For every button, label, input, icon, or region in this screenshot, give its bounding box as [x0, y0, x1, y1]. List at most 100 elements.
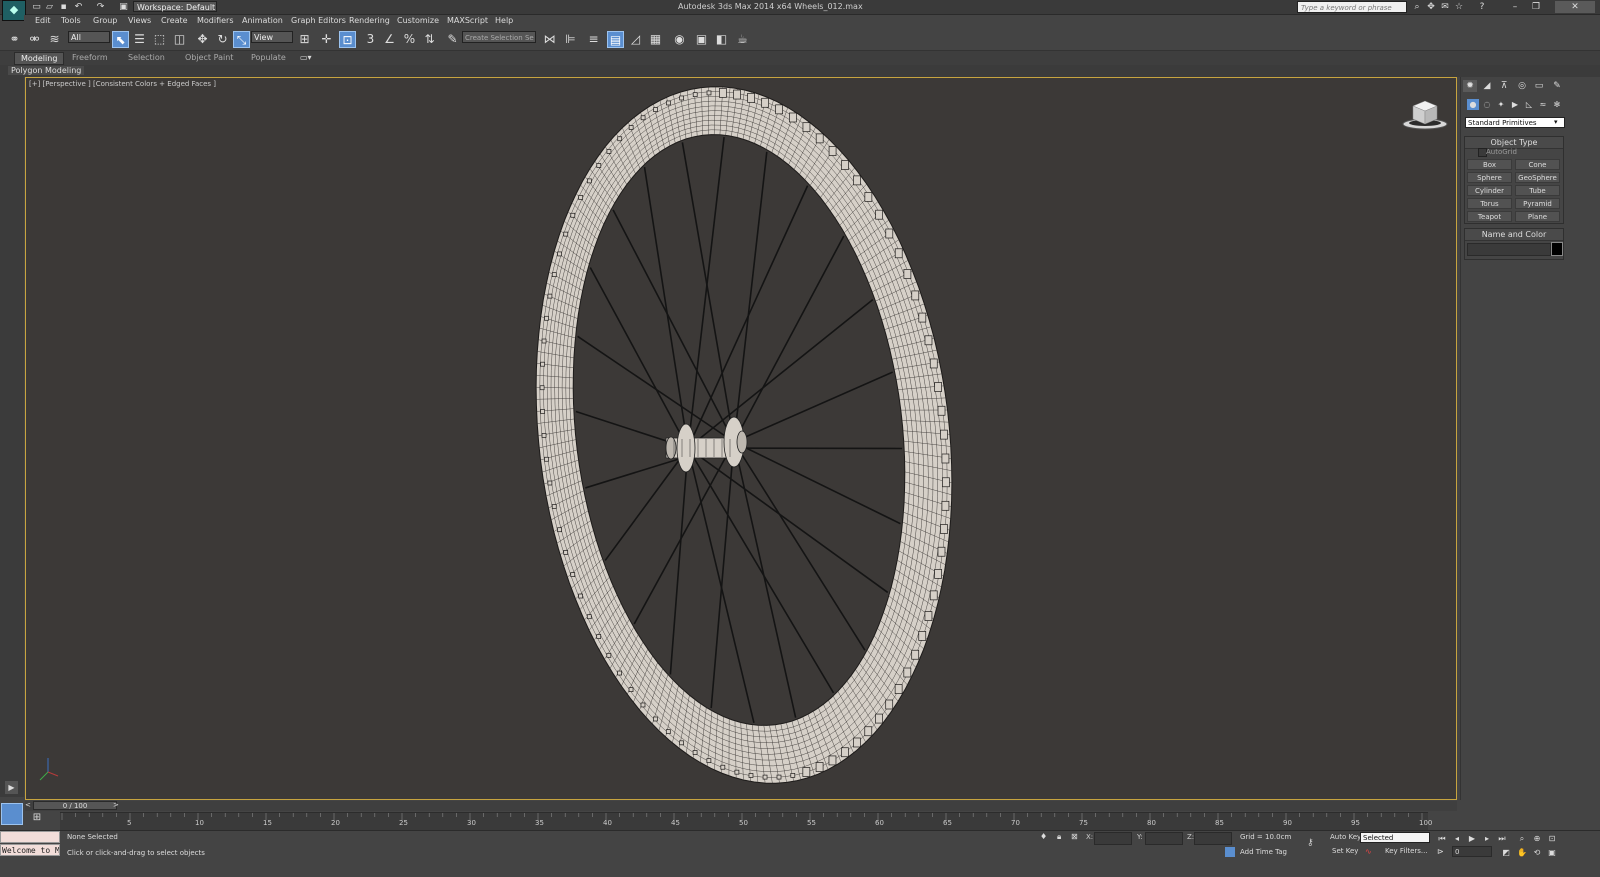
time-tag-icon[interactable] [1225, 847, 1235, 857]
key-mode-dropdown[interactable]: Selected [1360, 832, 1430, 843]
absolute-mode-icon[interactable]: ⊠ [1071, 832, 1078, 841]
spinner-snap-icon[interactable]: ⇅ [421, 31, 438, 48]
maximize-viewport-icon[interactable]: ▣ [1546, 847, 1558, 858]
search-icon[interactable]: ⌕ [1411, 1, 1423, 13]
bind-space-warp-icon[interactable]: ≋ [46, 31, 63, 48]
teapot-button[interactable]: Teapot [1467, 211, 1512, 222]
scale-icon[interactable]: ⤡ [233, 31, 250, 48]
align-icon[interactable]: ⊫ [562, 31, 579, 48]
angle-snap-icon[interactable]: ∠ [381, 31, 398, 48]
object-color-swatch[interactable] [1551, 242, 1563, 256]
menu-modifiers[interactable]: Modifiers [197, 16, 234, 25]
expand-arrow-icon[interactable]: ▶ [5, 781, 18, 794]
torus-button[interactable]: Torus [1467, 198, 1512, 209]
set-key-button[interactable]: Set Key [1332, 847, 1358, 855]
maxscript-listener-top[interactable] [0, 831, 60, 843]
box-button[interactable]: Box [1467, 159, 1512, 170]
percent-snap-icon[interactable]: % [401, 31, 418, 48]
viewport-label-menu[interactable]: [+] [Perspective ] [Consistent Colors + … [29, 80, 216, 88]
next-frame-arrow-icon[interactable]: > [113, 801, 119, 809]
select-by-name-icon[interactable]: ☰ [131, 31, 148, 48]
primitive-category-dropdown[interactable]: Standard Primitives [1465, 117, 1565, 128]
viewcube-icon[interactable] [1400, 96, 1450, 134]
object-name-input[interactable] [1467, 243, 1551, 256]
unlink-icon[interactable]: ⚮ [26, 31, 43, 48]
menu-rendering[interactable]: Rendering [349, 16, 390, 25]
prev-frame-arrow-icon[interactable]: < [25, 801, 31, 809]
pyramid-button[interactable]: Pyramid [1515, 198, 1560, 209]
lights-icon[interactable]: ✦ [1495, 99, 1507, 110]
select-manipulate-icon[interactable]: ✛ [318, 31, 335, 48]
redo-icon[interactable]: ↷ [95, 2, 106, 12]
plane-button[interactable]: Plane [1515, 211, 1560, 222]
close-icon[interactable]: ✕ [1555, 1, 1595, 13]
reference-coordinate-dropdown[interactable]: View [251, 31, 293, 43]
menu-help[interactable]: Help [495, 16, 513, 25]
name-and-color-title[interactable]: Name and Color [1465, 229, 1563, 241]
pan-icon[interactable]: ✋ [1516, 847, 1528, 858]
tab-populate[interactable]: Populate [251, 53, 286, 62]
mirror-icon[interactable]: ⋈ [541, 31, 558, 48]
window-crossing-icon[interactable]: ◫ [171, 31, 188, 48]
create-tab-icon[interactable]: ✹ [1463, 80, 1477, 92]
menu-customize[interactable]: Customize [397, 16, 439, 25]
geometry-icon[interactable]: ● [1467, 99, 1479, 110]
geosphere-button[interactable]: GeoSphere [1515, 172, 1560, 183]
tab-selection[interactable]: Selection [128, 53, 165, 62]
add-time-tag-button[interactable]: Add Time Tag [1240, 848, 1287, 856]
next-frame-icon[interactable]: ▸ [1481, 833, 1493, 844]
render-setup-icon[interactable]: ▣ [693, 31, 710, 48]
curve-editor-icon[interactable]: ◿ [627, 31, 644, 48]
sphere-button[interactable]: Sphere [1467, 172, 1512, 183]
maxscript-listener[interactable]: Welcome to M [0, 844, 60, 856]
motion-tab-icon[interactable]: ◎ [1515, 80, 1529, 92]
tube-button[interactable]: Tube [1515, 185, 1560, 196]
binoculars-icon[interactable]: ✥ [1425, 1, 1437, 13]
help-icon[interactable]: ? [1476, 1, 1488, 13]
field-of-view-icon[interactable]: ◩ [1500, 847, 1512, 858]
zoom-all-icon[interactable]: ⊕ [1531, 833, 1543, 844]
shapes-icon[interactable]: ◌ [1481, 99, 1493, 110]
rotate-icon[interactable]: ↻ [214, 31, 231, 48]
cameras-icon[interactable]: ▶ [1509, 99, 1521, 110]
rendered-frame-window-icon[interactable]: ◧ [713, 31, 730, 48]
play-icon[interactable]: ▶ [1466, 833, 1478, 844]
cylinder-button[interactable]: Cylinder [1467, 185, 1512, 196]
previous-frame-icon[interactable]: ◂ [1451, 833, 1463, 844]
select-object-icon[interactable]: ⬉ [112, 31, 129, 48]
cone-button[interactable]: Cone [1515, 159, 1560, 170]
time-slider-thumb[interactable]: 0 / 100 [33, 801, 117, 810]
current-frame-input[interactable]: 0 [1452, 846, 1492, 857]
zoom-extents-icon[interactable]: ⊡ [1546, 833, 1558, 844]
menu-graph-editors[interactable]: Graph Editors [291, 16, 346, 25]
named-selection-set-dropdown[interactable]: Create Selection Se [462, 31, 536, 43]
rectangular-selection-icon[interactable]: ⬚ [151, 31, 168, 48]
menu-animation[interactable]: Animation [242, 16, 283, 25]
undo-icon[interactable]: ↶ [73, 2, 84, 12]
key-filters-button[interactable]: Key Filters... [1385, 847, 1428, 855]
track-bar-toggle-icon[interactable]: ⊞ [28, 812, 46, 826]
open-file-icon[interactable]: ▱ [44, 2, 55, 12]
systems-icon[interactable]: ✻ [1551, 99, 1563, 110]
snaps-toggle-icon[interactable]: 3 [362, 31, 379, 48]
helpers-icon[interactable]: ◺ [1523, 99, 1535, 110]
favorites-icon[interactable]: ☆ [1453, 1, 1465, 13]
orbit-icon[interactable]: ⟲ [1531, 847, 1543, 858]
move-icon[interactable]: ✥ [194, 31, 211, 48]
material-editor-icon[interactable]: ◉ [671, 31, 688, 48]
app-menu-button[interactable]: ◆ [2, 0, 26, 21]
key-icon[interactable]: ⚷ [1307, 838, 1314, 848]
hierarchy-tab-icon[interactable]: ⊼ [1497, 80, 1511, 92]
schematic-view-icon[interactable]: ▦ [647, 31, 664, 48]
render-production-icon[interactable]: ☕ [734, 31, 751, 48]
menu-views[interactable]: Views [128, 16, 151, 25]
zoom-icon[interactable]: ⌕ [1516, 833, 1528, 844]
utilities-tab-icon[interactable]: ✎ [1550, 80, 1564, 92]
go-to-start-icon[interactable]: ⏮ [1436, 833, 1448, 844]
lock-selection-icon[interactable]: 🔒︎ [1057, 832, 1061, 842]
z-coordinate-input[interactable] [1194, 832, 1232, 845]
menu-group[interactable]: Group [93, 16, 117, 25]
modify-tab-icon[interactable]: ◢ [1480, 80, 1494, 92]
y-coordinate-input[interactable] [1145, 832, 1183, 845]
curve-icon[interactable]: ∿ [1365, 847, 1372, 856]
